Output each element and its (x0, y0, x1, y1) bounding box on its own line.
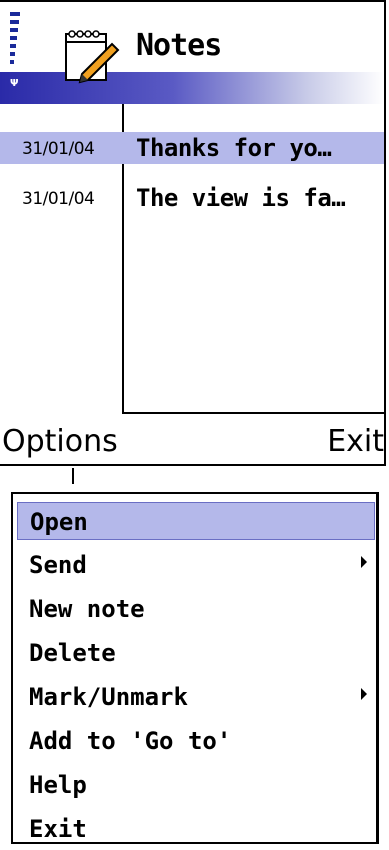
softkey-bar: Options Exit (0, 422, 384, 464)
menu-item-add-to-go-to[interactable]: Add to 'Go to' (17, 722, 375, 760)
menu-item-delete[interactable]: Delete (17, 634, 375, 672)
antenna-icon: Ψ (10, 78, 19, 89)
menu-item-mark-unmark[interactable]: Mark/Unmark (17, 678, 375, 716)
menu-item-label: Send (29, 551, 87, 579)
options-menu: Open Send New note Delete Mark/Unmark Ad… (11, 492, 379, 844)
menu-item-exit[interactable]: Exit (17, 810, 375, 848)
notepad-pencil-icon (65, 30, 120, 84)
submenu-arrow-icon (361, 556, 367, 568)
menu-item-open[interactable]: Open (17, 502, 375, 540)
signal-bar (10, 20, 19, 24)
signal-bar (10, 44, 16, 48)
phone-screen: Ψ Notes 31/01/04 Thanks for yo… 31/01/04… (0, 0, 386, 466)
menu-item-label: Add to 'Go to' (29, 727, 232, 755)
menu-item-new-note[interactable]: New note (17, 590, 375, 628)
menu-item-label: New note (29, 595, 145, 623)
exit-softkey[interactable]: Exit (327, 424, 384, 459)
note-title: Thanks for yo… (136, 134, 332, 162)
menu-item-label: Open (30, 508, 88, 536)
menu-item-label: Mark/Unmark (29, 683, 188, 711)
submenu-arrow-icon (361, 688, 367, 700)
signal-bar (10, 28, 18, 32)
signal-strength-icon (10, 12, 36, 88)
options-softkey[interactable]: Options (2, 424, 118, 459)
note-date: 31/01/04 (22, 189, 95, 209)
app-title: Notes (136, 28, 222, 63)
note-title: The view is fa… (136, 184, 346, 212)
signal-bar (10, 60, 14, 64)
menu-item-label: Exit (29, 815, 87, 843)
title-band (0, 72, 384, 104)
menu-item-label: Help (29, 771, 87, 799)
menu-connector (72, 468, 74, 484)
note-date: 31/01/04 (22, 139, 95, 159)
menu-item-label: Delete (29, 639, 116, 667)
note-list-item[interactable]: 31/01/04 Thanks for yo… (0, 132, 384, 164)
signal-bar (10, 52, 15, 56)
menu-item-send[interactable]: Send (17, 546, 375, 584)
signal-bar (10, 36, 17, 40)
note-list-item[interactable]: 31/01/04 The view is fa… (0, 182, 384, 214)
menu-item-help[interactable]: Help (17, 766, 375, 804)
signal-bar (10, 12, 20, 16)
